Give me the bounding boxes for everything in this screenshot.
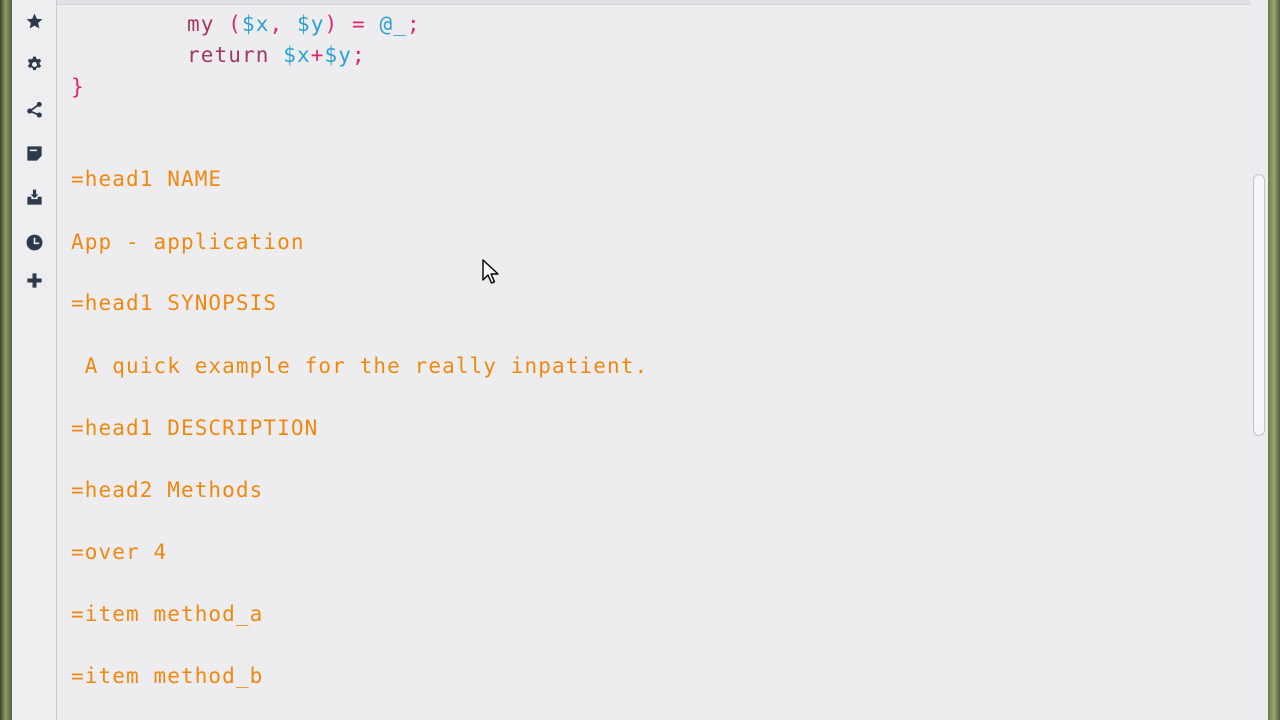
variable: $y [324, 43, 352, 67]
keyword: my [187, 12, 215, 36]
note-icon[interactable] [23, 142, 45, 164]
share-icon[interactable] [23, 98, 45, 120]
operator: ; [407, 12, 421, 36]
operator: ( [228, 12, 242, 36]
variable: $x [283, 43, 311, 67]
pod-line: =head1 NAME [71, 167, 223, 191]
variable: $y [297, 12, 325, 36]
pod-line: =item method_a [71, 602, 264, 626]
pod-line: A quick example for the really inpatient… [71, 354, 649, 378]
download-icon[interactable] [23, 186, 45, 208]
operator: , [269, 12, 284, 36]
sidebar [12, 0, 57, 720]
pod-line: =item method_b [71, 664, 264, 688]
variable: @_ [379, 12, 407, 36]
clock-icon[interactable] [23, 231, 45, 253]
desktop-background-left [0, 0, 12, 720]
operator: ) [324, 12, 339, 36]
plus-icon[interactable] [23, 269, 45, 291]
mouse-cursor-icon [482, 259, 499, 284]
pod-line: App - application [71, 230, 305, 254]
operator: + [310, 43, 325, 67]
operator: ; [351, 43, 366, 67]
pod-line: =head1 SYNOPSIS [71, 291, 278, 315]
pod-line: =over 4 [71, 540, 168, 564]
keyword: return [187, 43, 270, 67]
desktop-background-right [1268, 0, 1280, 720]
closing-brace: } [71, 75, 85, 99]
editor-window: my ($x, $y) = @_; return $x+$y; } =head1… [56, 0, 1252, 720]
operator: = [352, 12, 366, 36]
variable: $x [242, 12, 270, 36]
pod-line: =head2 Methods [71, 478, 264, 502]
star-icon[interactable] [23, 10, 45, 32]
code-line-my: my ($x, $y) = @_; [187, 9, 421, 40]
code-editor[interactable]: my ($x, $y) = @_; return $x+$y; } =head1… [71, 0, 1231, 720]
gear-icon[interactable] [23, 53, 45, 75]
scrollbar-thumb[interactable] [1253, 174, 1265, 436]
pod-line: =head1 DESCRIPTION [71, 416, 319, 440]
code-line-return: return $x+$y; [187, 40, 366, 71]
